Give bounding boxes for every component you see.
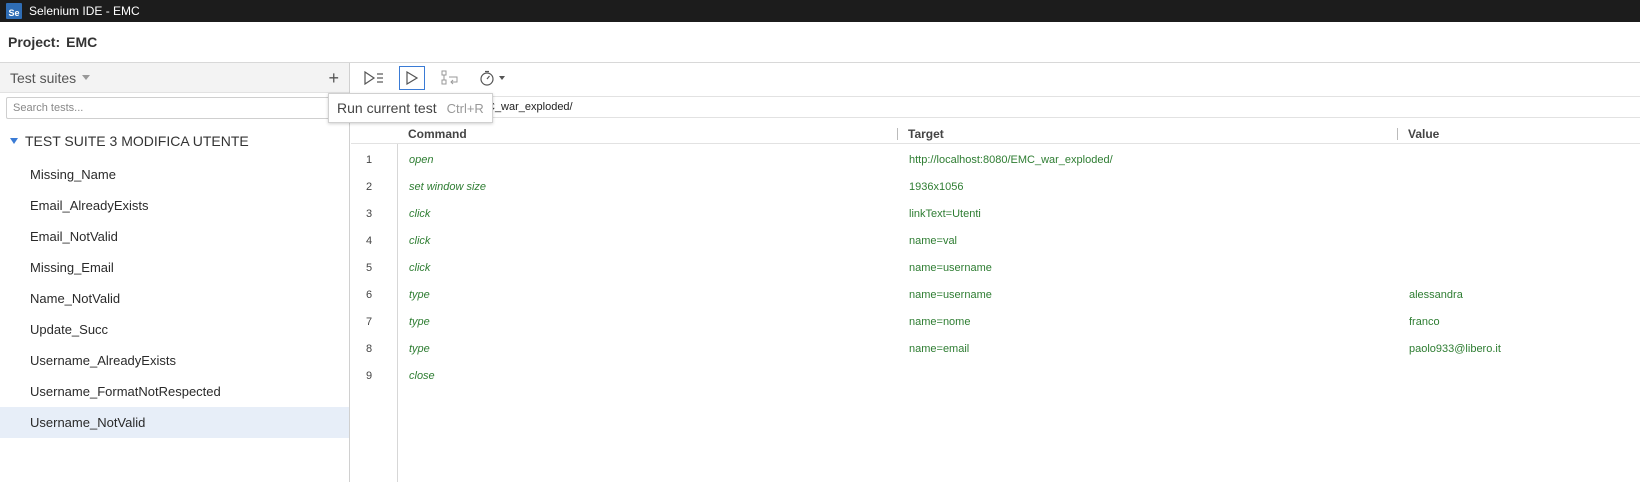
command-cell: type — [409, 289, 430, 301]
test-suite-row[interactable]: TEST SUITE 3 MODIFICA UTENTE — [0, 128, 349, 154]
target-cell: linkText=Utenti — [909, 208, 981, 220]
target-cell: name=username — [909, 262, 992, 274]
selenium-logo-icon: Se — [6, 3, 22, 19]
base-url-text: C_war_exploded/ — [487, 101, 573, 113]
command-row[interactable]: 3 click linkText=Utenti — [351, 201, 1640, 228]
command-cell: open — [409, 154, 434, 166]
value-cell: alessandra — [1409, 289, 1463, 301]
target-cell: 1936x1056 — [909, 181, 964, 193]
command-cell: type — [409, 343, 430, 355]
toolbar — [351, 63, 1640, 93]
row-number: 3 — [366, 208, 373, 220]
command-row[interactable]: 7 type name=nome franco — [351, 309, 1640, 336]
run-all-tests-icon — [364, 71, 383, 85]
search-tests-input[interactable] — [7, 102, 342, 114]
command-row[interactable]: 9 close — [351, 363, 1640, 390]
column-resize-handle[interactable] — [1397, 128, 1398, 140]
test-item-username-alreadyexists[interactable]: Username_AlreadyExists — [0, 345, 349, 376]
column-resize-handle[interactable] — [897, 128, 898, 140]
row-number: 2 — [366, 181, 373, 193]
target-cell: name=email — [909, 343, 970, 355]
test-suite-name: TEST SUITE 3 MODIFICA UTENTE — [25, 133, 249, 149]
test-item-email-alreadyexists[interactable]: Email_AlreadyExists — [0, 190, 349, 221]
command-cell: click — [409, 235, 431, 247]
tooltip-shortcut: Ctrl+R — [446, 100, 484, 116]
test-speed-button[interactable] — [475, 66, 511, 90]
search-box — [6, 97, 343, 119]
target-cell: http://localhost:8080/EMC_war_exploded/ — [909, 154, 1113, 166]
sidebar: Test suites + TEST SUITE 3 MODIFICA UTEN… — [0, 63, 350, 482]
command-row[interactable]: 2 set window size 1936x1056 — [351, 174, 1640, 201]
commands-table-header: Command Target Value — [351, 124, 1640, 144]
expand-triangle-icon[interactable] — [10, 138, 18, 144]
test-speed-icon — [480, 70, 505, 86]
chevron-down-icon — [82, 75, 91, 80]
column-header-target: Target — [908, 127, 944, 141]
test-suites-dropdown[interactable]: Test suites — [10, 69, 91, 86]
command-row[interactable]: 4 click name=val — [351, 228, 1640, 255]
value-cell: franco — [1409, 316, 1440, 328]
run-current-test-button[interactable] — [399, 66, 425, 90]
project-label: Project: — [8, 34, 61, 50]
test-item-update-succ[interactable]: Update_Succ — [0, 314, 349, 345]
run-current-test-icon — [406, 71, 419, 85]
test-list: Missing_Name Email_AlreadyExists Email_N… — [0, 159, 349, 438]
tooltip-label: Run current test — [337, 100, 437, 116]
step-over-button[interactable] — [437, 66, 463, 90]
target-cell: name=username — [909, 289, 992, 301]
row-number: 5 — [366, 262, 373, 274]
test-item-username-formatnotrespected[interactable]: Username_FormatNotRespected — [0, 376, 349, 407]
test-item-missing-email[interactable]: Missing_Email — [0, 252, 349, 283]
test-suites-dropdown-label: Test suites — [10, 69, 77, 86]
step-over-icon — [441, 70, 458, 85]
test-item-username-notvalid[interactable]: Username_NotValid — [0, 407, 349, 438]
row-number: 1 — [366, 154, 373, 166]
command-row[interactable]: 5 click name=username — [351, 255, 1640, 282]
command-row[interactable]: 6 type name=username alessandra — [351, 282, 1640, 309]
commands-table-body: 1 open http://localhost:8080/EMC_war_exp… — [351, 147, 1640, 390]
test-item-name-notvalid[interactable]: Name_NotValid — [0, 283, 349, 314]
command-cell: click — [409, 262, 431, 274]
base-url-field[interactable]: C_war_exploded/ — [351, 96, 1640, 118]
test-item-missing-name[interactable]: Missing_Name — [0, 159, 349, 190]
run-current-test-tooltip: Run current test Ctrl+R — [328, 93, 493, 123]
project-header: Project: EMC — [0, 22, 1640, 63]
row-number: 4 — [366, 235, 373, 247]
column-header-value: Value — [1408, 127, 1440, 141]
row-number: 8 — [366, 343, 373, 355]
target-cell: name=nome — [909, 316, 971, 328]
row-number: 7 — [366, 316, 373, 328]
target-cell: name=val — [909, 235, 958, 247]
command-cell: set window size — [409, 181, 487, 193]
test-item-email-notvalid[interactable]: Email_NotValid — [0, 221, 349, 252]
command-row[interactable]: 1 open http://localhost:8080/EMC_war_exp… — [351, 147, 1640, 174]
main-panel: C_war_exploded/ Command Target Value 1 o… — [351, 63, 1640, 482]
title-bar: Se Selenium IDE - EMC — [0, 0, 1640, 22]
row-number: 9 — [366, 370, 373, 382]
command-cell: close — [409, 370, 435, 382]
command-cell: click — [409, 208, 431, 220]
add-suite-button[interactable]: + — [328, 69, 339, 87]
project-name[interactable]: EMC — [66, 34, 97, 50]
window-title: Selenium IDE - EMC — [29, 4, 140, 18]
run-all-tests-button[interactable] — [361, 66, 387, 90]
command-cell: type — [409, 316, 430, 328]
command-row[interactable]: 8 type name=email paolo933@libero.it — [351, 336, 1640, 363]
row-number: 6 — [366, 289, 373, 301]
column-header-command: Command — [408, 127, 467, 141]
value-cell: paolo933@libero.it — [1409, 343, 1501, 355]
sidebar-header: Test suites + — [0, 63, 349, 93]
